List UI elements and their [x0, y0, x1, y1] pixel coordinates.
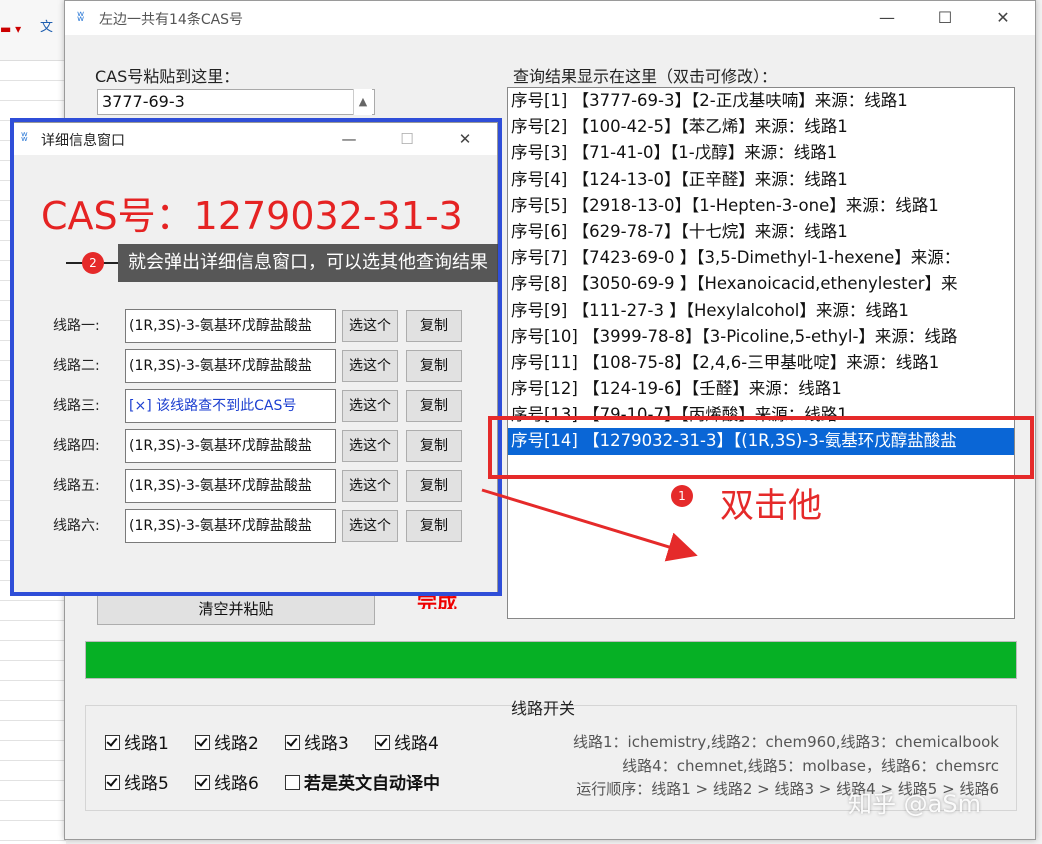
- result-row[interactable]: 序号[4] 【124-13-0】【正辛醛】来源：线路1: [508, 167, 1014, 193]
- checkbox-route4[interactable]: 线路4: [375, 729, 439, 754]
- checkbox-box[interactable]: [105, 775, 120, 790]
- result-row[interactable]: 序号[7] 【7423-69-0 】【3,5-Dimethyl-1-hexene…: [508, 245, 1014, 271]
- checkbox-box[interactable]: [285, 735, 300, 750]
- checkbox-box[interactable]: [375, 735, 390, 750]
- callout-number-badge: 2: [82, 252, 104, 274]
- route-switch-title: 线路开关: [511, 699, 576, 718]
- font-color-icon[interactable]: ▬ ▾: [0, 22, 21, 36]
- translate-icon[interactable]: 文: [40, 16, 53, 35]
- result-row[interactable]: 序号[6] 【629-78-7】【十七烷】来源：线路1: [508, 219, 1014, 245]
- checkbox-route2[interactable]: 线路2: [195, 729, 259, 754]
- maximize-button[interactable]: ☐: [923, 5, 967, 31]
- checkbox-route3[interactable]: 线路3: [285, 729, 349, 754]
- result-row[interactable]: 序号[2] 【100-42-5】【苯乙烯】来源：线路1: [508, 114, 1014, 140]
- result-row[interactable]: 序号[3] 【71-41-0】【1-戊醇】来源：线路1: [508, 140, 1014, 166]
- checkbox-box[interactable]: [195, 735, 210, 750]
- result-row[interactable]: 序号[5] 【2918-13-0】【1-Hepten-3-one】来源：线路1: [508, 193, 1014, 219]
- checkbox-auto-translate[interactable]: 若是英文自动译中: [285, 769, 440, 794]
- watermark: 知乎 @aSm: [848, 790, 981, 818]
- close-button[interactable]: ✕: [981, 5, 1025, 31]
- checkbox-box[interactable]: [195, 775, 210, 790]
- detail-highlight-frame: [10, 118, 502, 596]
- route-info-line2: 线路4：chemnet,线路5：molbase，线路6：chemsrc: [622, 757, 999, 775]
- progress-fill: [86, 642, 1016, 678]
- main-titlebar: ʬ 左边一共有14条CAS号 — ☐ ✕: [65, 1, 1035, 35]
- checkbox-route5[interactable]: 线路5: [105, 769, 169, 794]
- excel-ribbon: ▬ ▾ 文: [0, 0, 66, 61]
- callout-text: 就会弹出详细信息窗口，可以选其他查询结果: [118, 244, 498, 282]
- main-title: 左边一共有14条CAS号: [99, 12, 244, 28]
- result-row[interactable]: 序号[9] 【111-27-3 】【Hexylalcohol】来源：线路1: [508, 298, 1014, 324]
- result-row[interactable]: 序号[1] 【3777-69-3】【2-正戊基呋喃】来源：线路1: [508, 88, 1014, 114]
- checkbox-route1[interactable]: 线路1: [105, 729, 169, 754]
- cas-input[interactable]: 3777-69-3: [97, 89, 375, 115]
- minimize-button[interactable]: —: [865, 5, 909, 31]
- double-click-note: 双击他: [720, 486, 822, 526]
- app-icon: ʬ: [77, 9, 85, 25]
- checkbox-route6[interactable]: 线路6: [195, 769, 259, 794]
- checkbox-box[interactable]: [285, 775, 300, 790]
- result-row[interactable]: 序号[12] 【124-19-6】【壬醛】来源：线路1: [508, 376, 1014, 402]
- result-row[interactable]: 序号[11] 【108-75-8】【2,4,6-三甲基吡啶】来源：线路1: [508, 350, 1014, 376]
- cas-label: CAS号粘贴到这里：: [95, 67, 240, 86]
- progress-bar: [85, 641, 1017, 679]
- route-info-line1: 线路1：ichemistry,线路2：chem960,线路3：chemicalb…: [573, 733, 999, 751]
- result-row[interactable]: 序号[8] 【3050-69-9 】【Hexanoicacid,ethenyle…: [508, 271, 1014, 297]
- note-number-badge: 1: [671, 485, 693, 507]
- result-row[interactable]: 序号[10] 【3999-78-8】【3-Picoline,5-ethyl-】来…: [508, 324, 1014, 350]
- result-list[interactable]: 序号[1] 【3777-69-3】【2-正戊基呋喃】来源：线路1 序号[2] 【1…: [507, 87, 1015, 619]
- result-label: 查询结果显示在这里（双击可修改）：: [513, 67, 778, 86]
- selection-highlight-frame: [488, 416, 1034, 479]
- clear-paste-button[interactable]: 清空并粘贴: [97, 593, 375, 625]
- checkbox-box[interactable]: [105, 735, 120, 750]
- scroll-up-icon[interactable]: ▲: [353, 89, 372, 115]
